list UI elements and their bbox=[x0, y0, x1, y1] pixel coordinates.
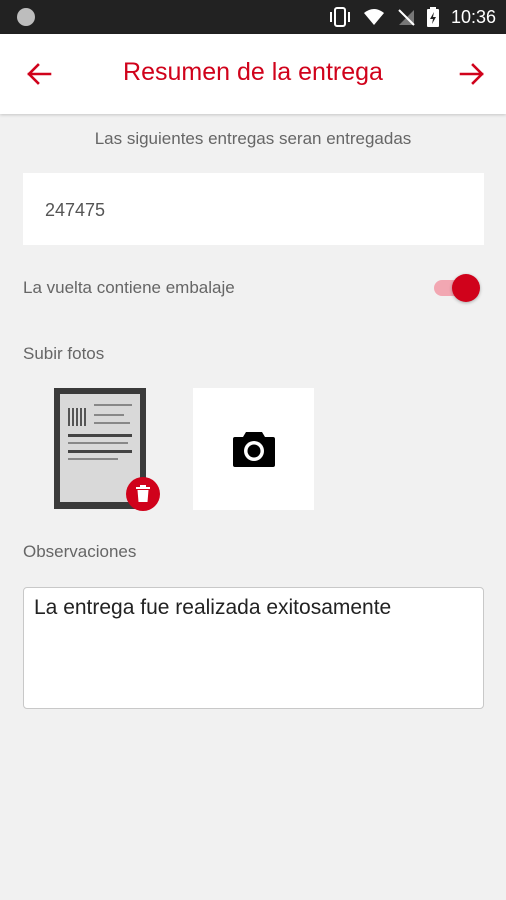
arrow-right-icon bbox=[459, 63, 484, 85]
status-bar: 10:36 bbox=[0, 0, 506, 34]
notification-dot-icon bbox=[17, 8, 35, 26]
add-photo-button[interactable] bbox=[193, 388, 314, 510]
packaging-toggle[interactable] bbox=[434, 274, 480, 302]
next-button[interactable] bbox=[454, 56, 490, 92]
battery-charging-icon bbox=[426, 7, 439, 27]
status-time: 10:36 bbox=[450, 6, 496, 27]
photos-label: Subir fotos bbox=[23, 344, 105, 363]
observations-label: Observaciones bbox=[23, 542, 137, 561]
vibrate-icon bbox=[329, 7, 350, 27]
toggle-thumb bbox=[452, 274, 480, 302]
page-title: Resumen de la entrega bbox=[123, 58, 383, 86]
status-icons: 10:36 bbox=[329, 0, 496, 34]
delivery-id: 247475 bbox=[45, 200, 106, 220]
deliveries-subtitle: Las siguientes entregas seran entregadas bbox=[94, 129, 412, 148]
delete-photo-button[interactable] bbox=[126, 477, 160, 511]
wifi-icon bbox=[363, 9, 384, 25]
app-bar: Resumen de la entrega bbox=[0, 34, 506, 114]
packaging-label: La vuelta contiene embalaje bbox=[23, 278, 235, 297]
observations-input[interactable]: La entrega fue realizada exitosamente bbox=[23, 587, 484, 709]
camera-icon bbox=[232, 432, 275, 467]
trash-icon bbox=[136, 485, 150, 502]
delivery-id-card: 247475 bbox=[23, 173, 484, 245]
no-signal-icon bbox=[398, 9, 415, 26]
